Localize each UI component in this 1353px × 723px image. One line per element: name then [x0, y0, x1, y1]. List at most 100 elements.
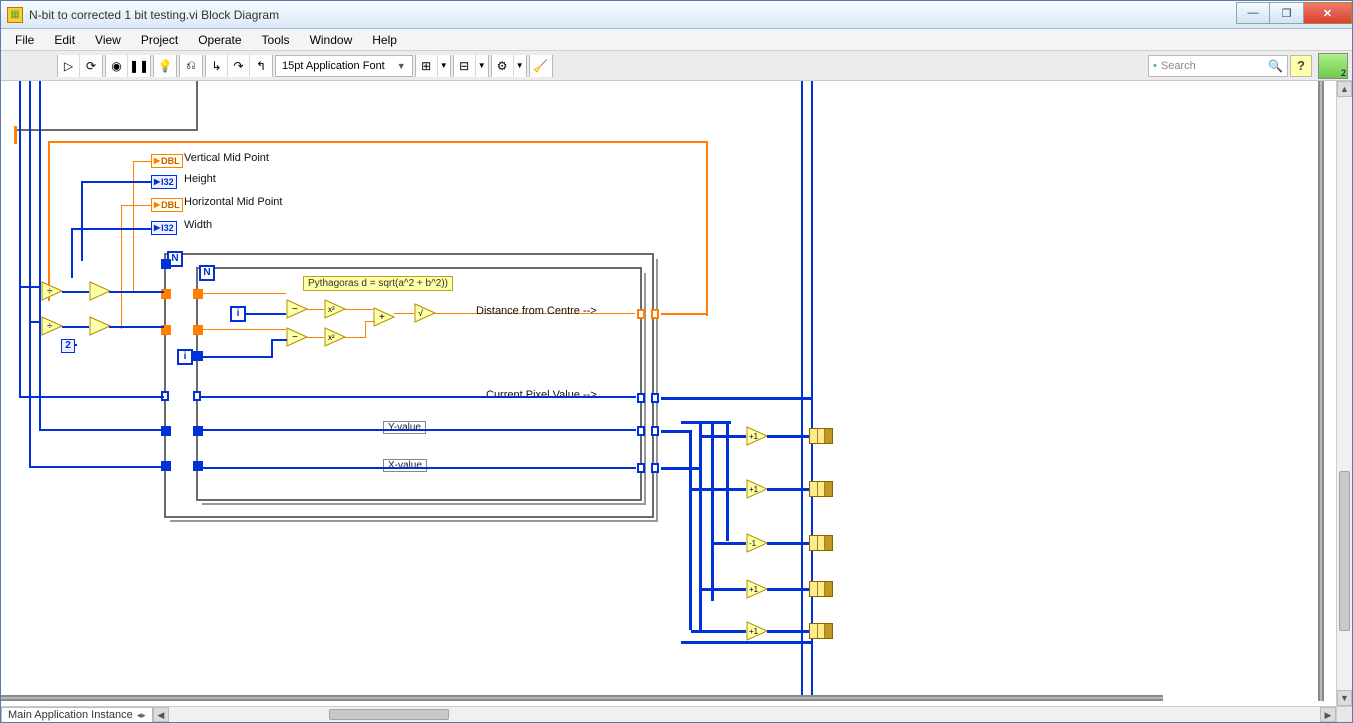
vi-icon[interactable]	[1318, 53, 1348, 79]
search-placeholder: Search	[1161, 60, 1264, 72]
square-node-2[interactable]: x²	[324, 327, 346, 347]
build-array-3[interactable]	[809, 535, 833, 551]
distribute-button[interactable]: ⊟	[454, 55, 476, 77]
run-continuous-button[interactable]: ⟳	[80, 55, 102, 77]
wire	[81, 181, 151, 183]
align-button[interactable]: ⊞	[416, 55, 438, 77]
wire	[681, 421, 731, 424]
run-controls: ▷ ⟳	[57, 55, 103, 77]
menu-project[interactable]: Project	[133, 31, 186, 49]
tunnel	[193, 289, 203, 299]
svg-text:÷: ÷	[47, 321, 53, 332]
cleanup-diagram-button[interactable]: 🧹	[530, 55, 552, 77]
app-icon: ▦	[7, 7, 23, 23]
menu-view[interactable]: View	[87, 31, 129, 49]
wire	[661, 467, 701, 470]
font-selector[interactable]: 15pt Application Font ▼	[275, 55, 413, 77]
build-array-4[interactable]	[809, 581, 833, 597]
svg-text:x²: x²	[328, 305, 335, 314]
window-controls: — ❐ ✕	[1236, 2, 1352, 24]
increment-node-1[interactable]: +1	[746, 426, 768, 446]
scroll-left-arrow[interactable]: ◀	[153, 707, 169, 722]
maximize-button[interactable]: ❐	[1270, 2, 1304, 24]
round-node-1[interactable]	[89, 281, 111, 301]
cleanup-button[interactable]: ⚙	[492, 55, 514, 77]
scroll-up-arrow[interactable]: ▲	[1337, 81, 1352, 97]
scroll-right-arrow[interactable]: ▶	[1320, 707, 1336, 722]
step-into-button[interactable]: ↳	[206, 55, 228, 77]
tunnel-out	[651, 393, 659, 403]
titlebar[interactable]: ▦ N-bit to corrected 1 bit testing.vi Bl…	[1, 1, 1352, 29]
menu-window[interactable]: Window	[302, 31, 361, 49]
sqrt-node[interactable]: √	[414, 303, 436, 323]
wire	[706, 141, 708, 316]
search-icon: 🔍	[1268, 59, 1283, 73]
round-node-2[interactable]	[89, 316, 111, 336]
svg-text:+1: +1	[749, 432, 759, 441]
constant-2[interactable]: 2	[61, 339, 75, 353]
step-group: ↳ ↷ ↰	[205, 55, 273, 77]
cleanup-drop[interactable]: ▼	[514, 55, 526, 77]
distribute-drop[interactable]: ▼	[476, 55, 488, 77]
loop-n-inner[interactable]: N	[199, 265, 215, 281]
abort-button[interactable]: ◉	[106, 55, 128, 77]
loop-i-outer[interactable]: i	[177, 349, 193, 365]
minimize-button[interactable]: —	[1236, 2, 1270, 24]
menu-tools[interactable]: Tools	[254, 31, 298, 49]
terminal-horizontal-mid[interactable]: DBL	[151, 198, 183, 212]
build-array-5[interactable]	[809, 623, 833, 639]
tunnel	[193, 426, 203, 436]
increment-node-4[interactable]: +1	[746, 621, 768, 641]
menu-help[interactable]: Help	[364, 31, 405, 49]
subtract-node-2[interactable]: −	[286, 327, 308, 347]
divide-node-2[interactable]: ÷	[41, 316, 63, 336]
hscroll-track[interactable]	[169, 707, 1320, 722]
close-button[interactable]: ✕	[1304, 2, 1352, 24]
step-over-button[interactable]: ↷	[228, 55, 250, 77]
wire	[75, 344, 77, 346]
wire	[767, 488, 809, 491]
status-chevrons: ◂▸	[137, 710, 146, 721]
content-area: DBL Vertical Mid Point I32 Height DBL Ho…	[1, 81, 1352, 722]
loop-i-inner[interactable]: i	[230, 306, 246, 322]
retain-wire-button[interactable]: ⎌	[180, 55, 202, 77]
pause-button[interactable]: ❚❚	[128, 55, 150, 77]
menu-edit[interactable]: Edit	[46, 31, 83, 49]
terminal-width[interactable]: I32	[151, 221, 177, 235]
step-out-button[interactable]: ↰	[250, 55, 272, 77]
hscroll-thumb[interactable]	[329, 709, 449, 720]
tunnel-out	[637, 463, 645, 473]
align-drop[interactable]: ▼	[438, 55, 450, 77]
decrement-node-1[interactable]: -1	[746, 533, 768, 553]
wire	[345, 309, 373, 310]
align-group: ⊞ ▼	[415, 55, 451, 77]
scroll-down-arrow[interactable]: ▼	[1337, 690, 1352, 706]
block-diagram-canvas[interactable]: DBL Vertical Mid Point I32 Height DBL Ho…	[1, 81, 1336, 706]
wire	[767, 588, 809, 591]
divide-node-1[interactable]: ÷	[41, 281, 63, 301]
wire	[726, 421, 729, 541]
square-node[interactable]: x²	[324, 299, 346, 319]
tunnel-index	[193, 391, 201, 401]
context-help-button[interactable]: ?	[1290, 55, 1312, 77]
add-node[interactable]: +	[373, 307, 395, 327]
menu-file[interactable]: File	[7, 31, 42, 49]
increment-node-3[interactable]: +1	[746, 579, 768, 599]
terminal-height[interactable]: I32	[151, 175, 177, 189]
menu-operate[interactable]: Operate	[190, 31, 249, 49]
search-box[interactable]: • Search 🔍	[1148, 55, 1288, 77]
increment-node-2[interactable]: +1	[746, 479, 768, 499]
wire	[201, 429, 636, 431]
terminal-vertical-mid[interactable]: DBL	[151, 154, 183, 168]
build-array-2[interactable]	[809, 481, 833, 497]
wire	[133, 161, 151, 162]
build-array-1[interactable]	[809, 428, 833, 444]
status-bar[interactable]: Main Application Instance ◂▸	[1, 707, 153, 722]
run-button[interactable]: ▷	[58, 55, 80, 77]
vscroll-thumb[interactable]	[1339, 471, 1350, 631]
horizontal-scrollbar[interactable]: Main Application Instance ◂▸ ◀ ▶	[1, 706, 1336, 722]
highlight-exec-button[interactable]: 💡	[154, 55, 176, 77]
subtract-node[interactable]: −	[286, 299, 308, 319]
vertical-scrollbar[interactable]: ▲ ▼	[1336, 81, 1352, 706]
tunnel-out	[651, 426, 659, 436]
